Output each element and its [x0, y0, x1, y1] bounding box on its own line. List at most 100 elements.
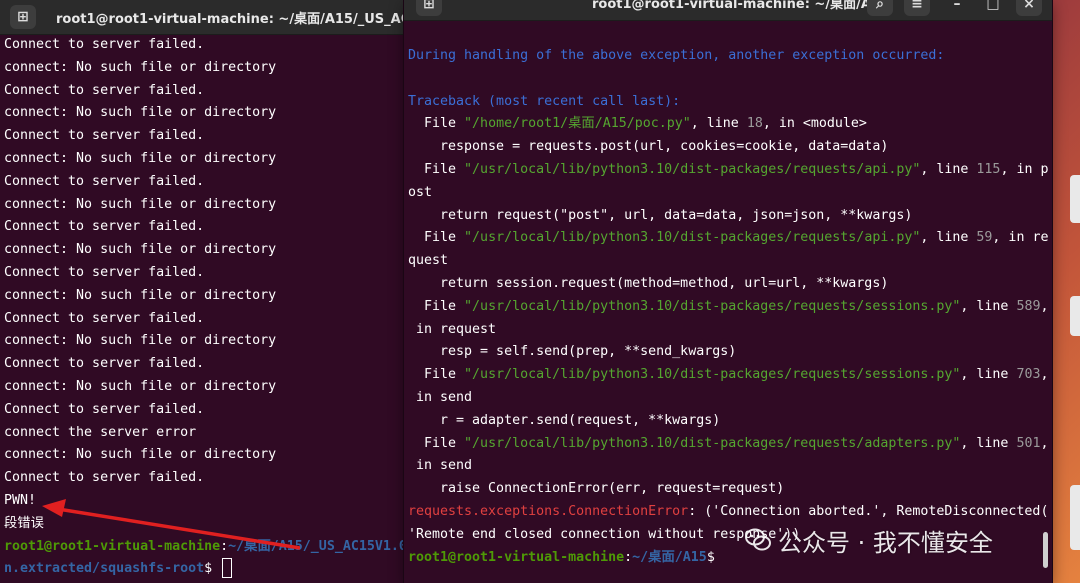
traceback-label: File [408, 435, 465, 451]
traceback-file: "/usr/local/lib/python3.10/dist-packages… [464, 161, 921, 177]
output-line: Connect to server failed. [4, 128, 205, 144]
traceback-label: , line [920, 230, 977, 246]
prompt-user: root1@root1-virtual-machine [4, 538, 221, 554]
maximize-icon[interactable]: □ [980, 0, 1006, 16]
traceback-line: in request [404, 319, 1052, 342]
scrollbar[interactable] [1043, 532, 1048, 568]
output-line: connect: No such file or directory [4, 287, 277, 303]
traceback-line-number: 703 [1016, 367, 1041, 383]
traceback-code: in request [408, 321, 497, 337]
close-icon[interactable]: × [1016, 0, 1042, 16]
watermark: 公众号 · 我不懂安全 [744, 522, 993, 558]
prompt-symbol: $ [706, 549, 715, 565]
traceback-code: quest [408, 253, 449, 269]
traceback-label: , line [960, 367, 1017, 383]
traceback-code: ost [408, 184, 433, 200]
new-tab-icon[interactable]: ⊞ [10, 5, 36, 29]
traceback-location: , in p [1000, 161, 1049, 177]
output-line: connect: No such file or directory [4, 378, 277, 394]
output-line: Connect to server failed. [4, 356, 205, 372]
traceback-label: File [408, 161, 465, 177]
traceback-line: ost [404, 182, 1052, 205]
dock-item[interactable] [1070, 175, 1080, 223]
prompt-separator: : [220, 538, 229, 554]
new-tab-icon[interactable]: ⊞ [416, 0, 442, 16]
traceback-label: File [408, 367, 465, 383]
traceback-line: resp = self.send(prep, **send_kwargs) [404, 341, 1052, 364]
traceback-label: File [408, 298, 465, 314]
traceback-location: , [1040, 367, 1049, 383]
watermark-text: 公众号 · 我不懂安全 [778, 528, 993, 557]
traceback-code: resp = self.send(prep, **send_kwargs) [408, 344, 737, 360]
output-line: connect: No such file or directory [4, 105, 277, 121]
prompt-path: ~/桌面/A15/_US_AC15V1.0 [228, 538, 407, 554]
terminal-cursor [222, 558, 233, 579]
traceback-code: in send [408, 389, 473, 405]
left-window-title: root1@root1-virtual-machine: ~/桌面/A15/_U… [56, 12, 410, 27]
traceback-line: in send [404, 387, 1052, 410]
output-line: Connect to server failed. [4, 470, 205, 486]
traceback-code: raise ConnectionError(err, request=reque… [408, 481, 785, 497]
traceback-line: quest [404, 250, 1052, 273]
output-line: Connect to server failed. [4, 82, 205, 98]
prompt-symbol: $ [204, 561, 221, 577]
left-titlebar[interactable]: ⊞ root1@root1-virtual-machine: ~/桌面/A15/… [0, 0, 410, 35]
traceback-location: , in re [992, 230, 1049, 246]
traceback-file: "/usr/local/lib/python3.10/dist-packages… [464, 298, 961, 314]
wechat-logo-icon [745, 528, 771, 551]
traceback-label: File [408, 116, 465, 132]
traceback-file: "/usr/local/lib/python3.10/dist-packages… [464, 230, 921, 246]
traceback-line: in send [404, 455, 1052, 478]
traceback-file: "/home/root1/桌面/A15/poc.py" [464, 116, 691, 132]
output-line: connect: No such file or directory [4, 447, 277, 463]
error-type: requests.exceptions.ConnectionError [408, 503, 689, 519]
output-line: connect: No such file or directory [4, 150, 277, 166]
traceback-line-number: 589 [1016, 298, 1041, 314]
output-line: connect: No such file or directory [4, 242, 277, 258]
output-line: Connect to server failed. [4, 219, 205, 235]
left-terminal-output[interactable]: Connect to server failed. connect: No suc… [0, 34, 410, 583]
prompt-line: n.extracted/squashfs-root$ [0, 558, 410, 581]
traceback-line: r = adapter.send(request, **kwargs) [404, 410, 1052, 433]
dock-item[interactable] [1070, 296, 1080, 336]
traceback-file: "/usr/local/lib/python3.10/dist-packages… [464, 435, 961, 451]
error-message: : ('Connection aborted.', RemoteDisconne… [688, 503, 1049, 519]
dock-item[interactable] [1070, 485, 1080, 550]
output-line: connect: No such file or directory [4, 333, 277, 349]
right-window-title: root1@root1-virtual-machine: ~/桌面/A15 [592, 0, 889, 12]
traceback-code: return session.request(method=method, ur… [408, 275, 889, 291]
traceback-line: File "/usr/local/lib/python3.10/dist-pac… [404, 227, 1052, 250]
traceback-file: "/usr/local/lib/python3.10/dist-packages… [464, 367, 961, 383]
traceback-line: File "/usr/local/lib/python3.10/dist-pac… [404, 159, 1052, 182]
left-terminal-window[interactable]: ⊞ root1@root1-virtual-machine: ~/桌面/A15/… [0, 0, 410, 583]
traceback-line: return request("post", url, data=data, j… [404, 205, 1052, 228]
right-titlebar[interactable]: ⊞ root1@root1-virtual-machine: ~/桌面/A15 … [404, 0, 1052, 21]
traceback-label: , line [690, 116, 747, 132]
output-line: Connect to server failed. [4, 310, 205, 326]
prompt-path: ~/桌面/A15 [632, 549, 707, 565]
traceback-line-number: 115 [976, 161, 1001, 177]
traceback-line: File "/usr/local/lib/python3.10/dist-pac… [404, 364, 1052, 387]
traceback-line: raise ConnectionError(err, request=reque… [404, 478, 1052, 501]
prompt-path: n.extracted/squashfs-root [4, 561, 205, 577]
right-terminal-output[interactable]: During handling of the above exception, … [404, 45, 1052, 583]
output-line: connect: No such file or directory [4, 59, 277, 75]
output-line: PWN! [4, 492, 37, 508]
output-line: Connect to server failed. [4, 37, 205, 52]
search-icon[interactable]: ⌕ [867, 0, 893, 16]
menu-icon[interactable]: ≡ [904, 0, 930, 16]
traceback-line-number: 501 [1016, 435, 1041, 451]
output-line: connect: No such file or directory [4, 196, 277, 212]
output-line: 段错误 [4, 515, 44, 531]
prompt-separator: : [624, 549, 633, 565]
traceback-code: in send [408, 458, 473, 474]
output-line: connect the server error [4, 424, 197, 440]
traceback-line-number: 18 [746, 116, 763, 132]
output-line: Connect to server failed. [4, 264, 205, 280]
traceback-line: return session.request(method=method, ur… [404, 273, 1052, 296]
traceback-header: Traceback (most recent call last): [408, 93, 681, 109]
right-terminal-window[interactable]: ⊞ root1@root1-virtual-machine: ~/桌面/A15 … [404, 0, 1052, 583]
minimize-icon[interactable]: – [944, 0, 970, 16]
traceback-label: , line [960, 435, 1017, 451]
